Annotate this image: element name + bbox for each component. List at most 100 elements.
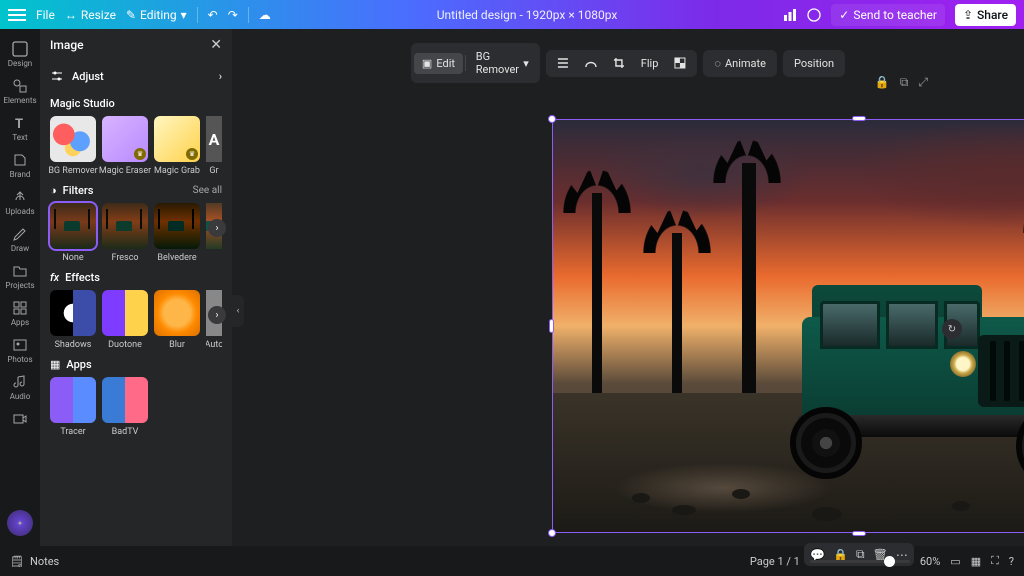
zoom-slider[interactable] bbox=[810, 560, 910, 563]
scroll-right-icon[interactable]: › bbox=[208, 306, 226, 324]
resize-handle-s[interactable] bbox=[852, 531, 866, 536]
tile-label: Gr bbox=[209, 166, 218, 176]
lock-icon[interactable]: 🔒 bbox=[875, 75, 890, 90]
divider bbox=[197, 7, 198, 23]
crop-button[interactable] bbox=[605, 53, 633, 73]
rail-elements[interactable]: Elements bbox=[0, 74, 40, 109]
resize-menu[interactable]: ↔ Resize bbox=[65, 8, 116, 22]
insights-icon[interactable] bbox=[783, 8, 797, 22]
effect-shadows[interactable]: Shadows bbox=[50, 290, 96, 350]
edit-button[interactable]: ▣Edit bbox=[414, 53, 463, 74]
rail-draw[interactable]: Draw bbox=[0, 222, 40, 257]
tile-magic-eraser[interactable]: ♛Magic Eraser bbox=[102, 116, 148, 176]
rail-label: Apps bbox=[11, 318, 29, 327]
cloud-sync-icon[interactable]: ☁ bbox=[259, 8, 271, 22]
resize-handle-nw[interactable] bbox=[548, 115, 556, 123]
comment-icon[interactable] bbox=[807, 8, 821, 22]
editing-label: Editing bbox=[140, 8, 177, 22]
resize-handle-w[interactable] bbox=[549, 319, 554, 333]
section-title: Apps bbox=[66, 358, 91, 371]
position-button[interactable]: Position bbox=[786, 53, 842, 74]
redo-button[interactable]: ↷ bbox=[228, 8, 238, 22]
filter-none[interactable]: None bbox=[50, 203, 96, 263]
panel-header: Image ✕ bbox=[40, 29, 232, 61]
document-title[interactable]: Untitled design - 1920px × 1080px bbox=[281, 8, 774, 22]
tile-label: BadTV bbox=[112, 427, 139, 437]
expand-icon[interactable]: ⤢ bbox=[918, 75, 928, 90]
section-title: Magic Studio bbox=[50, 97, 115, 110]
rail-label: Audio bbox=[10, 392, 31, 401]
rail-photos[interactable]: Photos bbox=[0, 333, 40, 368]
zoom-slider-thumb[interactable] bbox=[884, 556, 895, 567]
tile-label: Duotone bbox=[108, 340, 142, 350]
rail-uploads[interactable]: Uploads bbox=[0, 185, 40, 220]
edit-label: Edit bbox=[436, 57, 455, 70]
see-all-link[interactable]: See all bbox=[193, 185, 222, 196]
rail-apps[interactable]: Apps bbox=[0, 296, 40, 331]
effect-duotone[interactable]: Duotone bbox=[102, 290, 148, 350]
divider bbox=[248, 7, 249, 23]
effect-blur[interactable]: Blur bbox=[154, 290, 200, 350]
app-tracer[interactable]: Tracer bbox=[50, 377, 96, 437]
magic-button[interactable]: ✦ bbox=[7, 510, 33, 536]
adjust-icon bbox=[50, 69, 64, 83]
filter-belvedere[interactable]: Belvedere bbox=[154, 203, 200, 263]
divider bbox=[465, 55, 466, 71]
apps-icon: ▦ bbox=[50, 358, 60, 371]
upload-icon: ⇪ bbox=[963, 8, 973, 22]
adjust-row[interactable]: Adjust › bbox=[40, 61, 232, 91]
menu-icon[interactable] bbox=[8, 9, 26, 21]
send-label: Send to teacher bbox=[853, 8, 937, 22]
tile-label: Auto bbox=[206, 340, 222, 350]
undo-button[interactable]: ↶ bbox=[208, 8, 218, 22]
file-menu[interactable]: File bbox=[36, 8, 55, 22]
rail-label: Design bbox=[8, 59, 32, 68]
tile-label: BG Remover bbox=[48, 166, 97, 176]
animate-button[interactable]: ◌Animate bbox=[706, 53, 774, 74]
rail-audio[interactable]: Audio bbox=[0, 370, 40, 405]
tile-magic-grab[interactable]: ♛Magic Grab bbox=[154, 116, 200, 176]
close-icon[interactable]: ✕ bbox=[210, 37, 222, 53]
section-title: Filters bbox=[63, 184, 94, 197]
rail-design[interactable]: Design bbox=[0, 37, 40, 72]
filter-fresco[interactable]: Fresco bbox=[102, 203, 148, 263]
tile-label: Fresco bbox=[111, 253, 138, 263]
nav-rail: Design Elements TText Brand Uploads Draw… bbox=[0, 29, 40, 546]
scroll-right-icon[interactable]: › bbox=[208, 219, 226, 237]
align-button[interactable] bbox=[549, 53, 577, 73]
rail-label: Elements bbox=[3, 96, 36, 105]
transparency-button[interactable] bbox=[666, 53, 694, 73]
rail-label: Projects bbox=[5, 281, 34, 290]
send-to-teacher-button[interactable]: ✓ Send to teacher bbox=[831, 4, 945, 26]
collapse-panel-button[interactable]: ‹ bbox=[232, 295, 244, 327]
tile-more[interactable]: AGr bbox=[206, 116, 222, 176]
rail-label: Draw bbox=[11, 244, 29, 253]
rail-brand[interactable]: Brand bbox=[0, 148, 40, 183]
effects-section: fxEffects Shadows Duotone Blur Auto › bbox=[40, 265, 232, 352]
layers-icon[interactable]: ⧉ bbox=[900, 75, 909, 90]
filters-icon: ◑ bbox=[50, 184, 57, 197]
app-badtv[interactable]: BadTV bbox=[102, 377, 148, 437]
adjust-label: Adjust bbox=[72, 70, 104, 83]
top-bar: File ↔ Resize ✎ Editing ▾ ↶ ↷ ☁ Untitled… bbox=[0, 0, 1024, 29]
animate-icon: ◌ bbox=[714, 57, 721, 70]
curve-button[interactable] bbox=[577, 53, 605, 73]
rail-videos[interactable] bbox=[0, 407, 40, 431]
rail-projects[interactable]: Projects bbox=[0, 259, 40, 294]
rail-label: Text bbox=[12, 133, 27, 142]
chevron-down-icon: ▾ bbox=[523, 57, 529, 70]
editing-menu[interactable]: ✎ Editing ▾ bbox=[126, 8, 187, 22]
rail-text[interactable]: TText bbox=[0, 111, 40, 146]
bg-remover-button[interactable]: BG Remover▾ bbox=[468, 46, 537, 80]
share-button[interactable]: ⇪ Share bbox=[955, 4, 1016, 26]
resize-icon: ↔ bbox=[65, 8, 77, 22]
notes-label: Notes bbox=[30, 555, 59, 568]
notes-button[interactable]: 🗒Notes bbox=[10, 555, 59, 568]
rail-label: Photos bbox=[7, 355, 32, 364]
check-icon: ✓ bbox=[839, 8, 849, 22]
resize-handle-sw[interactable] bbox=[548, 529, 556, 537]
tile-bg-remover[interactable]: BG Remover bbox=[50, 116, 96, 176]
flip-button[interactable]: Flip bbox=[633, 53, 667, 74]
resize-handle-n[interactable] bbox=[852, 116, 866, 121]
page-add-button[interactable]: ↻ bbox=[942, 319, 962, 339]
